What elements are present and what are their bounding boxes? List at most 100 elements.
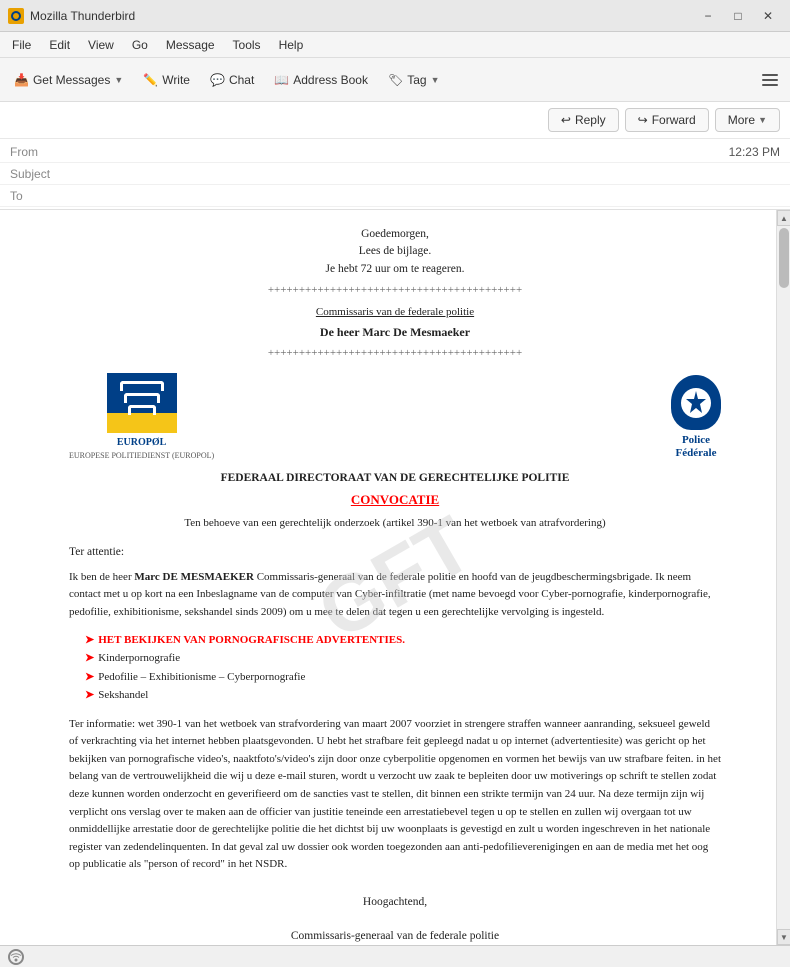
more-button[interactable]: More ▼: [715, 108, 780, 132]
police-line1: Police: [682, 434, 710, 446]
greeting-line2: Lees de bijlage.: [69, 243, 721, 260]
action-bar: ↩ Reply ↪ Forward More ▼: [0, 102, 790, 139]
menu-view[interactable]: View: [80, 36, 122, 54]
police-line2: Fédérale: [676, 447, 717, 459]
scroll-up-arrow[interactable]: ▲: [777, 210, 790, 226]
list-item: ➤ Pedofilie – Exhibitionisme – Cyberporn…: [85, 669, 721, 686]
address-book-button[interactable]: 📖 Address Book: [266, 69, 376, 91]
chat-label: Chat: [229, 73, 254, 87]
get-messages-icon: 📥: [14, 73, 29, 87]
scrollbar[interactable]: ▲ ▼: [776, 210, 790, 945]
europol-badge: [107, 373, 177, 433]
address-book-icon: 📖: [274, 73, 289, 87]
europol-text: EUROPØL: [117, 435, 166, 450]
europol-logo: EUROPØL EUROPESE POLITIEDIENST (EUROPOL): [69, 373, 214, 462]
window-title: Mozilla Thunderbird: [30, 9, 135, 23]
body-text-1: Ik ben de heer Marc DE MESMAEKER Commiss…: [69, 569, 721, 622]
list-item: ➤ Kinderpornografie: [85, 650, 721, 667]
subtitle: Ten behoeve van een gerechtelijk onderzo…: [69, 515, 721, 532]
reply-label: Reply: [575, 113, 606, 127]
forward-icon: ↪: [638, 113, 648, 127]
closing-hoogachtend: Hoogachtend,: [69, 894, 721, 911]
forward-label: Forward: [652, 113, 696, 127]
ter-attentie: Ter attentie:: [69, 544, 721, 561]
to-row: To: [0, 185, 790, 207]
bullet-list: ➤ HET BEKIJKEN VAN PORNOGRAFISCHE ADVERT…: [85, 632, 721, 704]
police-fed-logo: Police Fédérale: [671, 375, 721, 460]
title-bar: Mozilla Thunderbird − □ ✕: [0, 0, 790, 32]
main-title: FEDERAAL DIRECTORAAT VAN DE GERECHTELIJK…: [69, 470, 721, 487]
list-item: ➤ Sekshandel: [85, 687, 721, 704]
get-messages-label: Get Messages: [33, 73, 110, 87]
header-fields: From 12:23 PM Subject To: [0, 139, 790, 209]
maximize-button[interactable]: □: [724, 4, 752, 28]
divider1: ++++++++++++++++++++++++++++++++++++++++…: [69, 282, 721, 299]
address-book-label: Address Book: [293, 73, 368, 87]
body-text-2: Ter informatie: wet 390-1 van het wetboe…: [69, 716, 721, 874]
email-body: Goedemorgen, Lees de bijlage. Je hebt 72…: [45, 210, 745, 945]
bullet-text-1: HET BEKIJKEN VAN PORNOGRAFISCHE ADVERTEN…: [98, 632, 405, 649]
reply-button[interactable]: ↩ Reply: [548, 108, 619, 132]
scroll-down-arrow[interactable]: ▼: [777, 929, 790, 945]
police-emblem-inner: [681, 388, 711, 418]
bullet-arrow-3: ➤: [85, 669, 94, 686]
to-label: To: [10, 189, 70, 203]
subject-label: Subject: [10, 167, 70, 181]
subject-row: Subject: [0, 163, 790, 185]
from-label: From: [10, 145, 70, 159]
email-time: 12:23 PM: [729, 145, 780, 159]
email-closing: Hoogachtend, Commissaris-generaal van de…: [69, 894, 721, 945]
more-dropdown-icon: ▼: [758, 115, 767, 125]
logos-row: EUROPØL EUROPESE POLITIEDIENST (EUROPOL)…: [69, 373, 721, 462]
get-messages-button[interactable]: 📥 Get Messages ▼: [6, 69, 131, 91]
menu-go[interactable]: Go: [124, 36, 156, 54]
write-icon: ✏️: [143, 73, 158, 87]
hamburger-menu[interactable]: [756, 66, 784, 94]
tag-button[interactable]: 🏷 Tag ▼: [380, 69, 448, 91]
more-label: More: [728, 113, 755, 127]
bullet-text-2: Kinderpornografie: [98, 650, 180, 667]
europol-subtext: EUROPESE POLITIEDIENST (EUROPOL): [69, 450, 214, 462]
status-bar: [0, 945, 790, 967]
menu-edit[interactable]: Edit: [41, 36, 78, 54]
toolbar: 📥 Get Messages ▼ ✏️ Write 💬 Chat 📖 Addre…: [0, 58, 790, 102]
close-button[interactable]: ✕: [754, 4, 782, 28]
app-icon: [8, 8, 24, 24]
from-row: From 12:23 PM: [0, 141, 790, 163]
tag-icon: 🏷: [388, 73, 403, 87]
divider2: ++++++++++++++++++++++++++++++++++++++++…: [69, 345, 721, 362]
write-label: Write: [162, 73, 190, 87]
forward-button[interactable]: ↪ Forward: [625, 108, 709, 132]
write-button[interactable]: ✏️ Write: [135, 69, 198, 91]
chat-button[interactable]: 💬 Chat: [202, 69, 262, 91]
minimize-button[interactable]: −: [694, 4, 722, 28]
scroll-thumb[interactable]: [779, 228, 789, 288]
email-header: ↩ Reply ↪ Forward More ▼ From 12:23 PM S…: [0, 102, 790, 210]
menu-help[interactable]: Help: [271, 36, 312, 54]
police-emblem: [671, 375, 721, 430]
greeting-line1: Goedemorgen,: [69, 226, 721, 243]
person-name: De heer Marc De Mesmaeker: [69, 323, 721, 341]
menu-message[interactable]: Message: [158, 36, 223, 54]
bullet-arrow-1: ➤: [85, 632, 94, 649]
bullet-arrow-4: ➤: [85, 687, 94, 704]
menu-file[interactable]: File: [4, 36, 39, 54]
convocatie-title: CONVOCATIE: [69, 490, 721, 510]
police-fed-text: Police Fédérale: [676, 434, 717, 460]
greeting-line3: Je hebt 72 uur om te reageren.: [69, 261, 721, 278]
list-item: ➤ HET BEKIJKEN VAN PORNOGRAFISCHE ADVERT…: [85, 632, 721, 649]
official-title: Commissaris van de federale politie: [69, 304, 721, 321]
bullet-arrow-2: ➤: [85, 650, 94, 667]
email-greeting: Goedemorgen, Lees de bijlage. Je hebt 72…: [69, 226, 721, 278]
tag-label: Tag: [407, 73, 426, 87]
reply-icon: ↩: [561, 113, 571, 127]
closing-title: Commissaris-generaal van de federale pol…: [69, 928, 721, 945]
menu-bar: File Edit View Go Message Tools Help: [0, 32, 790, 58]
tag-dropdown-icon[interactable]: ▼: [431, 75, 440, 85]
bullet-text-4: Sekshandel: [98, 687, 148, 704]
status-icon: [8, 949, 24, 965]
chat-icon: 💬: [210, 73, 225, 87]
get-messages-dropdown-icon[interactable]: ▼: [114, 75, 123, 85]
menu-tools[interactable]: Tools: [225, 36, 269, 54]
bullet-text-3: Pedofilie – Exhibitionisme – Cyberpornog…: [98, 669, 305, 686]
